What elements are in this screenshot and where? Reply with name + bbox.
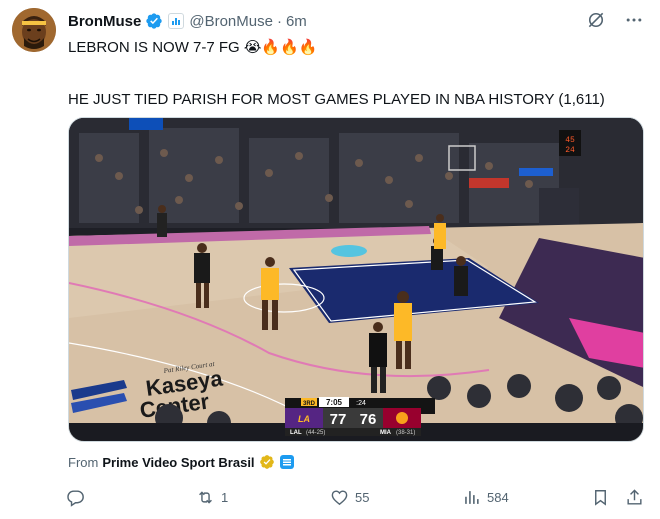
- action-bar: 1 55 584: [0, 485, 660, 509]
- verified-badge-icon[interactable]: [145, 12, 163, 30]
- repost-button[interactable]: 1: [196, 485, 228, 509]
- scorebug-shotclock: :24: [356, 400, 366, 407]
- avatar[interactable]: [12, 8, 56, 52]
- reply-icon: [67, 489, 84, 507]
- scorebug-home-team: LAL: [290, 430, 302, 436]
- attribution-source[interactable]: Prime Video Sport Brasil: [102, 455, 254, 470]
- grok-icon[interactable]: [586, 10, 606, 30]
- svg-text:45: 45: [565, 136, 575, 145]
- reply-button[interactable]: [66, 485, 91, 509]
- like-count: 55: [355, 489, 370, 505]
- more-icon[interactable]: [624, 10, 644, 30]
- attribution-prefix: From: [68, 454, 99, 470]
- scorebug-clock: 7:05: [326, 398, 343, 407]
- like-button[interactable]: 55: [330, 485, 369, 509]
- display-name[interactable]: BronMuse: [68, 13, 141, 30]
- timestamp[interactable]: 6m: [286, 13, 307, 30]
- bookmark-icon: [595, 489, 606, 506]
- separator-dot: ·: [276, 12, 282, 30]
- scorebug-away-team: MIA: [380, 430, 392, 436]
- heart-icon: [331, 489, 348, 505]
- video-player[interactable]: 45 24 Pat Riley Court at Kaseya Center: [68, 117, 644, 442]
- affiliate-badge-icon[interactable]: [168, 13, 185, 29]
- tweet-line-2: HE JUST TIED PARISH FOR MOST GAMES PLAYE…: [68, 91, 605, 108]
- repost-icon: [199, 490, 212, 504]
- tweet-header: BronMuse @BronMuse · 6m: [68, 11, 307, 31]
- bookmark-button[interactable]: [591, 485, 610, 509]
- scorebug-away-record: (38-31): [396, 430, 415, 436]
- handle[interactable]: @BronMuse: [189, 13, 273, 30]
- views-icon: [465, 490, 479, 504]
- video-attribution: From Prime Video Sport Brasil: [68, 454, 294, 470]
- repost-count: 1: [221, 489, 229, 505]
- top-icons: [586, 10, 644, 30]
- scorebug-home-record: (44-25): [306, 430, 325, 436]
- affiliate-badge-icon[interactable]: [279, 455, 294, 469]
- scorebug-quarter: 3RD: [303, 401, 316, 407]
- svg-text:LA: LA: [298, 414, 310, 424]
- gold-verified-badge-icon[interactable]: [259, 454, 275, 470]
- video-frame: 45 24 Pat Riley Court at Kaseya Center: [69, 118, 643, 441]
- scorebug: 3RD 7:05 :24 LA 77 76 LAL (44-25) MIA (3…: [285, 397, 435, 436]
- share-button[interactable]: [625, 485, 644, 509]
- scorebug-home-score: 77: [330, 411, 347, 428]
- scorebug-away-score: 76: [360, 411, 377, 428]
- view-count: 584: [487, 489, 509, 505]
- tweet-line-1: LEBRON IS NOW 7-7 FG 😭🔥🔥🔥: [68, 39, 318, 56]
- views-button[interactable]: 584: [462, 485, 509, 509]
- share-icon: [627, 488, 642, 505]
- tweet-text: LEBRON IS NOW 7-7 FG 😭🔥🔥🔥 HE JUST TIED P…: [68, 38, 643, 110]
- shot-clock-display: 24: [565, 146, 575, 155]
